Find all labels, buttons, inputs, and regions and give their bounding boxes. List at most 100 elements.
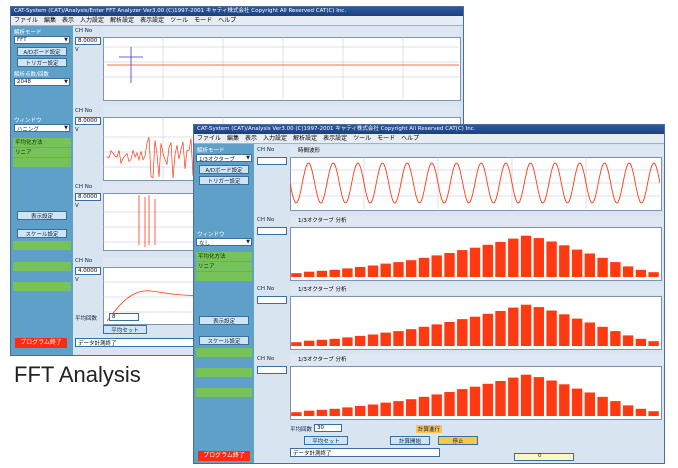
- octave-bar: [533, 238, 544, 277]
- back-exit-button[interactable]: プログラム終了: [15, 338, 67, 348]
- front-menu-bar: ファイル 編集 表示 入力設定 解析設定 表示設定 ツール モード ヘルプ: [194, 134, 664, 144]
- octave-bar: [329, 269, 340, 277]
- samples-select[interactable]: 2048: [14, 78, 70, 86]
- front-menu-item-4[interactable]: 解析設定: [293, 135, 317, 142]
- back-menu-item-6[interactable]: ツール: [170, 17, 188, 24]
- back-menu-item-8[interactable]: ヘルプ: [218, 17, 236, 24]
- front-menu-item-3[interactable]: 入力設定: [263, 135, 287, 142]
- back-menu-item-2[interactable]: 表示: [62, 17, 74, 24]
- front-ch-input-2[interactable]: [257, 227, 287, 235]
- octave-bar: [291, 412, 302, 416]
- octave-bar: [520, 374, 532, 416]
- back-menu-item-3[interactable]: 入力設定: [80, 17, 104, 24]
- front-menu-item-0[interactable]: ファイル: [197, 135, 221, 142]
- front-menu-item-1[interactable]: 編集: [227, 135, 239, 142]
- front-ch-input-4[interactable]: [257, 366, 287, 374]
- avg-method-value: リニア: [13, 148, 71, 157]
- octave-bar: [610, 401, 621, 416]
- octave-bar: [597, 257, 608, 277]
- ad-board-button[interactable]: A/Dボード設定: [17, 47, 67, 56]
- front-menu-item-8[interactable]: ヘルプ: [401, 135, 419, 142]
- display-settings-button[interactable]: 表示設定: [17, 211, 67, 220]
- octave-bar: [495, 381, 506, 416]
- front-avg-set-button[interactable]: 平均セット: [304, 436, 348, 445]
- octave-bar: [495, 242, 506, 277]
- octave-bar: [571, 249, 583, 277]
- mode-label: 解析モード: [14, 30, 42, 36]
- octave-bar: [610, 331, 621, 346]
- back-range-input-1[interactable]: 8.0000: [75, 37, 101, 45]
- octave-bar: [559, 245, 570, 277]
- octave-bar: [304, 340, 315, 346]
- octave-bar: [329, 338, 340, 346]
- front-message-field: データ計測終了: [290, 448, 440, 457]
- front-menu-item-7[interactable]: モード: [377, 135, 395, 142]
- back-avg-count-input[interactable]: 8: [109, 313, 139, 321]
- octave-bar: [469, 316, 481, 346]
- front-stop-button[interactable]: 停止: [438, 436, 478, 445]
- octave-bar: [546, 241, 557, 277]
- back-menu-item-4[interactable]: 解析設定: [110, 17, 134, 24]
- back-range-input-4[interactable]: 4.0000: [75, 267, 101, 275]
- octave-bar: [622, 335, 634, 346]
- back-menu-item-7[interactable]: モード: [194, 17, 212, 24]
- front-progress-field: [514, 453, 574, 461]
- back-ch-label-2: CH No: [75, 108, 93, 114]
- octave-bar: [482, 313, 493, 346]
- back-range-input-2[interactable]: 8.0000: [75, 117, 101, 125]
- mode-select[interactable]: FFT: [14, 36, 70, 44]
- window-label: ウィンドウ: [14, 118, 42, 124]
- octave-bar: [635, 338, 647, 346]
- octave-bar: [380, 402, 391, 416]
- front-mode-select[interactable]: 1/3オクターブ: [196, 154, 252, 163]
- front-ad-board-button[interactable]: A/Dボード設定: [199, 165, 249, 174]
- back-ch-label-3: CH No: [75, 184, 93, 190]
- scale-settings-button[interactable]: スケール設定: [17, 229, 67, 238]
- window-select[interactable]: ハニング: [14, 124, 70, 133]
- octave-bar: [406, 329, 417, 346]
- front-progress-label: 計算進行: [416, 425, 443, 433]
- front-menu-item-2[interactable]: 表示: [245, 135, 257, 142]
- octave-bar: [367, 334, 379, 346]
- octave-bar: [304, 410, 315, 416]
- front-scale-settings-button[interactable]: スケール設定: [199, 336, 249, 345]
- front-ch-label-1: CH No: [257, 147, 275, 153]
- front-avg-count-input[interactable]: 30: [314, 424, 342, 432]
- octave-bar: [380, 332, 391, 346]
- octave-bar: [482, 244, 493, 277]
- back-menu-item-0[interactable]: ファイル: [14, 17, 38, 24]
- octave-bar: [495, 311, 506, 346]
- octave-bar: [635, 408, 647, 416]
- octave-bar: [546, 310, 557, 346]
- front-trigger-button[interactable]: トリガー設定: [199, 176, 249, 185]
- front-exit-button[interactable]: プログラム終了: [198, 451, 250, 461]
- front-calc-button[interactable]: 計算開始: [390, 436, 430, 445]
- front-display-settings-button[interactable]: 表示設定: [199, 316, 249, 325]
- front-window-select[interactable]: なし: [196, 238, 252, 247]
- octave-bar: [457, 319, 468, 346]
- front-ch-input-3[interactable]: [257, 296, 287, 304]
- octave-bar: [367, 404, 379, 416]
- back-menu-item-1[interactable]: 編集: [44, 17, 56, 24]
- octave-bar: [584, 322, 595, 346]
- trigger-button[interactable]: トリガー設定: [17, 58, 67, 67]
- octave-bar: [648, 272, 659, 277]
- front-analyzer-window: CAT-System (CAT)/Analysis Ver3.00 (C)199…: [193, 124, 665, 464]
- octave-bar: [648, 411, 659, 416]
- octave-bar: [520, 235, 532, 277]
- back-range-input-3[interactable]: 8.0000: [75, 193, 101, 201]
- front-menu-item-6[interactable]: ツール: [353, 135, 371, 142]
- octave-bar: [584, 253, 595, 277]
- front-scale-green-row-1: [196, 348, 252, 357]
- octave-bar: [457, 389, 468, 416]
- octave-bar: [571, 318, 583, 346]
- octave-bar: [418, 257, 430, 277]
- front-menu-item-5[interactable]: 表示設定: [323, 135, 347, 142]
- front-ch-label-3: CH No: [257, 286, 275, 292]
- octave-bar: [406, 260, 417, 277]
- front-ch-input-1[interactable]: [257, 157, 287, 165]
- octave-bar: [431, 324, 442, 346]
- back-menu-item-5[interactable]: 表示設定: [140, 17, 164, 24]
- octave-bar: [533, 307, 544, 346]
- back-avg-set-button[interactable]: 平均セット: [103, 325, 147, 334]
